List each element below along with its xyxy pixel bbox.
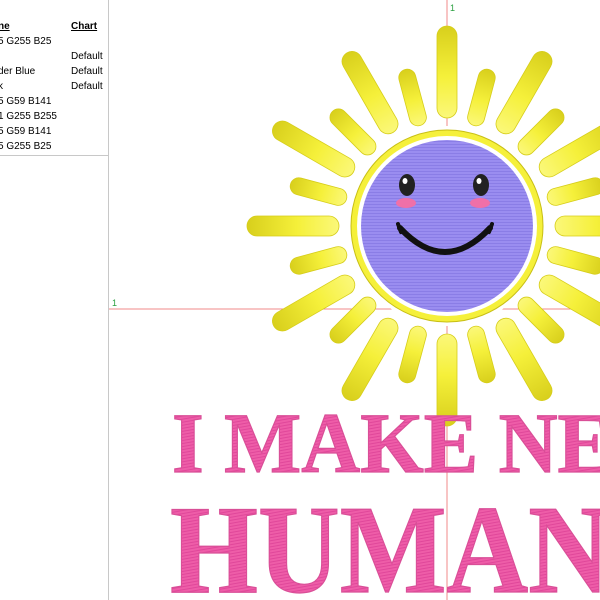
sun-face xyxy=(361,140,533,312)
sun-ray xyxy=(467,325,496,384)
color-row[interactable]: 5 G255 B25 xyxy=(0,34,108,49)
color-row[interactable]: der Blue Default xyxy=(0,64,108,79)
color-name: 5 G255 B25 xyxy=(0,141,52,152)
sun-ray xyxy=(546,177,600,206)
smile-right-end xyxy=(487,222,494,234)
color-chart: Default xyxy=(71,66,103,77)
column-header-name[interactable]: ne xyxy=(0,19,10,34)
right-eye xyxy=(473,174,489,196)
sun-ray xyxy=(467,68,496,127)
color-name: der Blue xyxy=(0,66,36,77)
color-name: k xyxy=(0,79,3,94)
right-eye-highlight xyxy=(476,178,482,184)
design-canvas[interactable]: 1 1 I MAKE NE HUMAN xyxy=(109,0,600,600)
color-row[interactable]: 5 G59 B141 xyxy=(0,94,108,109)
sun-ray xyxy=(398,68,427,127)
design-text-line-1: I MAKE NE xyxy=(172,395,600,491)
sun-ray xyxy=(289,177,348,206)
color-name: 5 G59 B141 xyxy=(0,96,52,107)
sun-ray xyxy=(436,25,458,119)
sun-ray xyxy=(554,215,600,237)
origin-label-top: 1 xyxy=(450,3,455,13)
sun-ray xyxy=(398,325,427,384)
color-row[interactable]: k Default xyxy=(0,79,108,94)
left-eye-highlight xyxy=(402,178,408,184)
right-cheek xyxy=(470,198,490,208)
design-text-line-2: HUMAN xyxy=(170,481,600,600)
sun-embroidery-icon[interactable] xyxy=(347,126,547,326)
color-row[interactable]: 5 G59 B141 xyxy=(0,124,108,139)
color-chart: Default xyxy=(71,81,103,92)
sun-ray xyxy=(246,215,340,237)
sun-ray xyxy=(546,246,600,275)
origin-label-left: 1 xyxy=(112,298,117,308)
color-row[interactable]: Default xyxy=(0,49,108,64)
left-eye xyxy=(399,174,415,196)
color-name: 1 G255 B255 xyxy=(0,111,57,122)
color-list-panel: ne Chart 5 G255 B25 Default der Blue Def… xyxy=(0,0,109,156)
design-text[interactable]: I MAKE NE HUMAN xyxy=(169,394,600,600)
color-chart: Default xyxy=(71,51,103,62)
color-row[interactable]: 1 G255 B255 xyxy=(0,109,108,124)
color-name: 5 G59 B141 xyxy=(0,126,52,137)
left-cheek xyxy=(396,198,416,208)
column-header-chart[interactable]: Chart xyxy=(71,19,97,34)
color-name: 5 G255 B25 xyxy=(0,36,52,47)
sun-ray xyxy=(289,246,348,275)
color-row[interactable]: 5 G255 B25 xyxy=(0,139,108,154)
smile-left-end xyxy=(396,222,403,234)
